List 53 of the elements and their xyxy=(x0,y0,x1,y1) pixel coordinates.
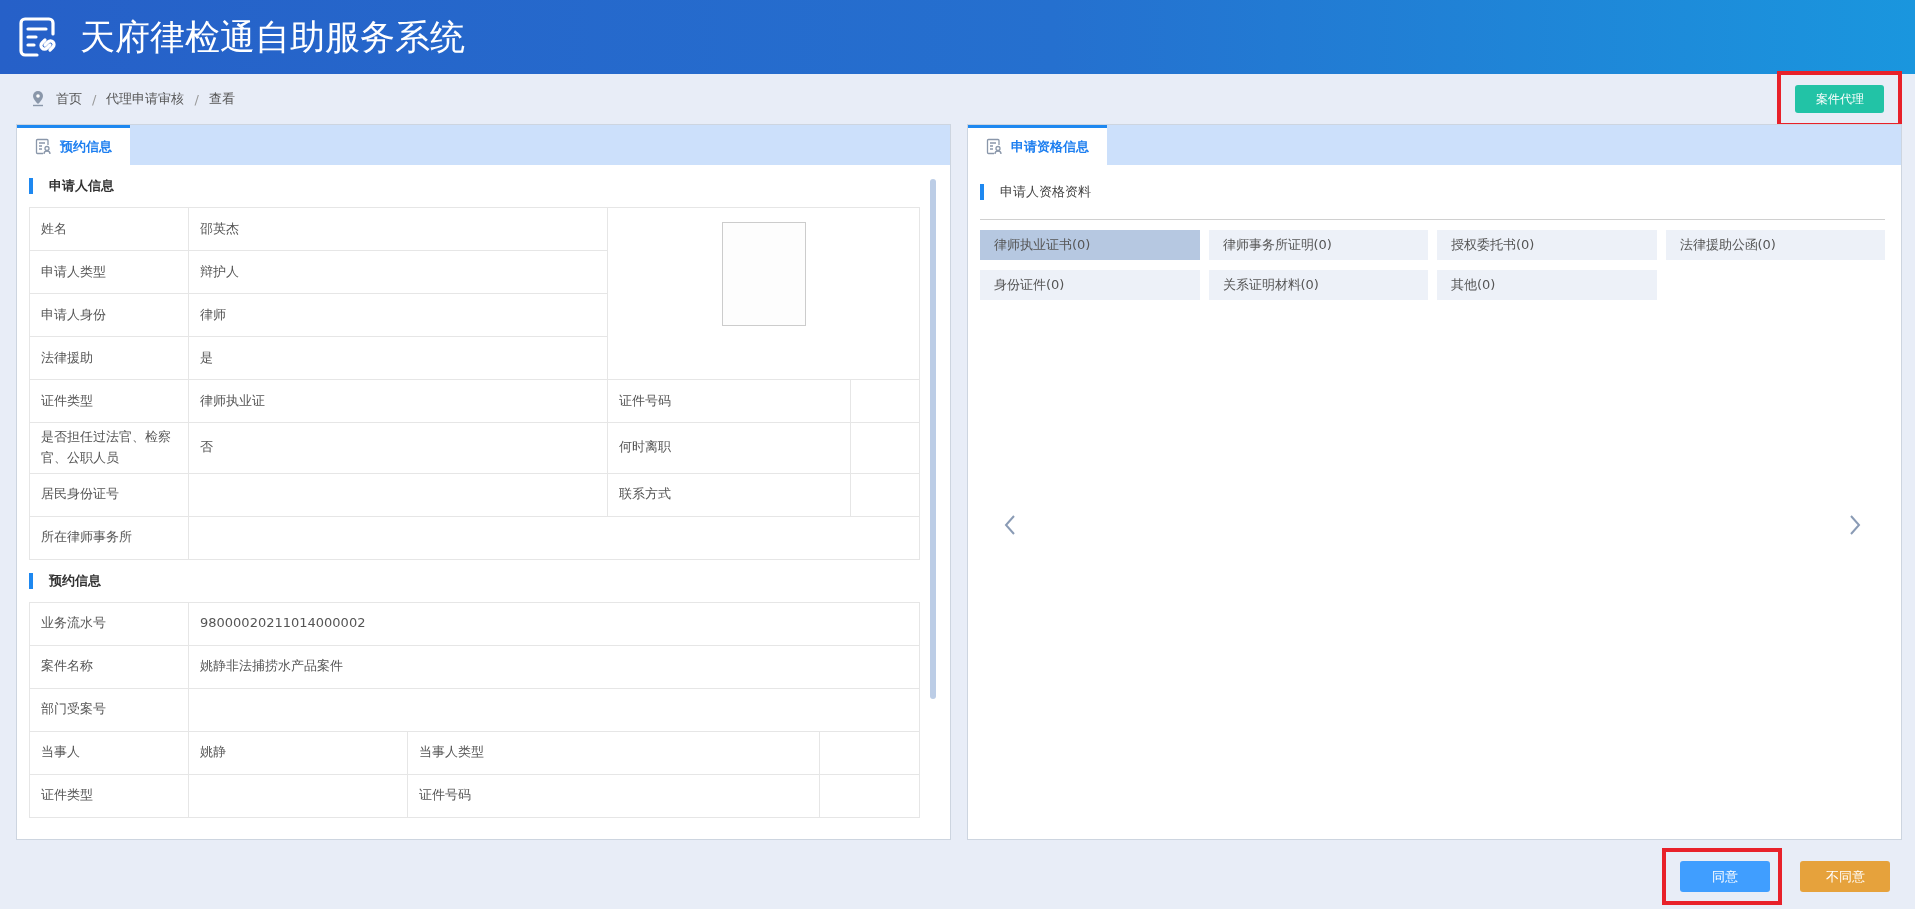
document-tab[interactable]: 关系证明材料(0) xyxy=(1208,270,1428,300)
document-tab[interactable]: 其他(0) xyxy=(1437,270,1657,300)
field-label: 证件号码 xyxy=(608,380,851,423)
field-label: 联系方式 xyxy=(608,473,851,517)
breadcrumb-item[interactable]: 首页 xyxy=(56,90,82,108)
chevron-right-icon[interactable] xyxy=(1849,514,1861,536)
field-label: 业务流水号 xyxy=(30,602,189,646)
breadcrumb-item[interactable]: 代理申请审核 xyxy=(106,90,185,108)
field-label: 居民身份证号 xyxy=(30,473,189,517)
field-value: 辩护人 xyxy=(189,251,608,294)
field-label: 法律援助 xyxy=(30,337,189,380)
empty-cell xyxy=(851,473,920,517)
field-value: 姚静 xyxy=(189,731,408,775)
field-label: 所在律师事务所 xyxy=(30,516,189,560)
panel-tab[interactable]: 预约信息 xyxy=(17,125,130,165)
empty-cell xyxy=(851,423,920,474)
document-person-icon xyxy=(986,138,1003,155)
document-tab[interactable]: 法律援助公函(0) xyxy=(1665,230,1885,260)
location-pin-icon xyxy=(30,90,46,108)
breadcrumb-separator: / xyxy=(194,91,199,107)
app-title: 天府律检通自助服务系统 xyxy=(80,15,465,59)
chevron-left-icon[interactable] xyxy=(1004,514,1016,536)
field-label: 申请人身份 xyxy=(30,294,189,337)
field-label: 姓名 xyxy=(30,208,189,251)
section-title: 预约信息 xyxy=(49,571,101,590)
field-label: 证件类型 xyxy=(30,380,189,423)
breadcrumb-item[interactable]: 查看 xyxy=(208,90,235,108)
document-person-icon xyxy=(35,138,52,155)
field-label: 当事人 xyxy=(30,731,189,775)
field-value: 是 xyxy=(189,337,608,380)
field-label: 何时离职 xyxy=(608,423,851,474)
field-label: 申请人类型 xyxy=(30,251,189,294)
field-label: 证件类型 xyxy=(30,774,189,818)
document-tab[interactable]: 律师事务所证明(0) xyxy=(1208,230,1428,260)
document-tab[interactable]: 授权委托书(0) xyxy=(1437,230,1657,260)
field-value: 姚静非法捕捞水产品案件 xyxy=(189,645,920,689)
field-label: 证件号码 xyxy=(408,774,820,818)
field-label: 案件名称 xyxy=(30,645,189,689)
section-title: 申请人信息 xyxy=(49,177,114,195)
document-tab[interactable]: 身份证件(0) xyxy=(980,270,1200,300)
field-value: 律师 xyxy=(189,294,608,337)
field-value: 98000020211014000002 xyxy=(189,602,920,646)
field-label: 部门受案号 xyxy=(30,688,189,732)
field-value: 律师执业证 xyxy=(189,380,608,423)
field-value: 否 xyxy=(189,423,608,474)
document-tab[interactable]: 律师执业证书(0) xyxy=(980,230,1200,260)
section-title: 申请人资格资料 xyxy=(1000,183,1091,201)
field-label: 是否担任过法官、检察官、公职人员 xyxy=(30,423,189,474)
breadcrumb-separator: / xyxy=(92,91,97,107)
scrollbar-thumb[interactable] xyxy=(930,179,936,699)
panel-tab[interactable]: 申请资格信息 xyxy=(968,125,1107,165)
field-label: 当事人类型 xyxy=(408,731,820,775)
field-value: 邵英杰 xyxy=(189,208,608,251)
